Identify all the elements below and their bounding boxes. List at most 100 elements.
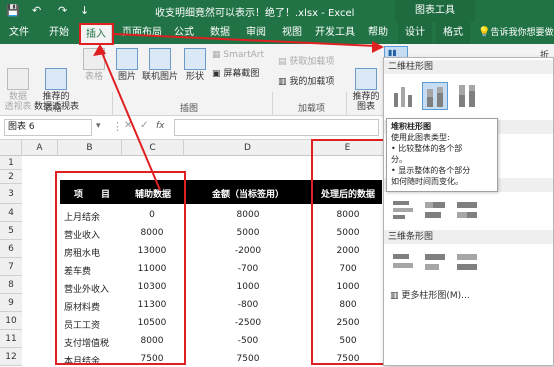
redo-icon[interactable]: ↷ <box>58 3 67 19</box>
3d-100-stacked-bar-option[interactable] <box>454 248 480 276</box>
item-cell[interactable]: 支付增值税 <box>64 336 120 349</box>
tab-data[interactable]: 数据 <box>206 22 234 44</box>
item-cell[interactable]: 差车费 <box>64 264 120 277</box>
amount-cell[interactable]: -700 <box>186 264 310 274</box>
item-cell[interactable]: 本月结余 <box>64 354 120 367</box>
row-header[interactable]: 1 <box>0 156 22 170</box>
amount-cell[interactable]: 7500 <box>186 354 310 364</box>
processed-cell[interactable]: 7500 <box>314 354 382 364</box>
column-header[interactable]: D <box>184 140 312 156</box>
column-header[interactable]: E <box>312 140 384 156</box>
tab-review[interactable]: 审阅 <box>242 22 270 44</box>
tab-format[interactable]: 格式 <box>436 22 470 44</box>
processed-cell[interactable]: 800 <box>314 300 382 310</box>
table-button[interactable]: 表格 <box>80 48 108 82</box>
amount-cell[interactable]: 8000 <box>186 210 310 220</box>
amount-cell[interactable]: -500 <box>186 336 310 346</box>
online-picture-button[interactable]: 联机图片 <box>140 48 180 82</box>
item-cell[interactable]: 上月结余 <box>64 210 120 223</box>
amount-cell[interactable]: -2000 <box>186 246 310 256</box>
smartart-button[interactable]: ▦ SmartArt <box>212 50 264 60</box>
3d-clustered-bar-option[interactable] <box>390 248 416 276</box>
helper-cell[interactable]: 11000 <box>124 264 180 274</box>
row-header[interactable]: 10 <box>0 312 22 330</box>
tab-page-layout[interactable]: 页面布局 <box>118 22 166 44</box>
tab-help[interactable]: 帮助 <box>364 22 392 44</box>
row-header[interactable]: 6 <box>0 240 22 258</box>
processed-cell[interactable]: 5000 <box>314 228 382 238</box>
tab-formulas[interactable]: 公式 <box>170 22 198 44</box>
dropdown-arrow-icon[interactable]: ▾ <box>96 121 101 131</box>
header-processed[interactable]: 处理后的数据 <box>314 187 382 200</box>
cancel-icon[interactable]: ✕ <box>124 120 132 131</box>
processed-cell[interactable]: 1000 <box>314 282 382 292</box>
picture-button[interactable]: 图片 <box>116 48 138 82</box>
helper-cell[interactable]: 8000 <box>124 228 180 238</box>
get-addins-button[interactable]: ▤ 获取加载项 <box>278 54 334 67</box>
processed-cell[interactable]: 2500 <box>314 318 382 328</box>
tab-view[interactable]: 视图 <box>278 22 306 44</box>
row-header[interactable]: 5 <box>0 222 22 240</box>
row-header[interactable]: 8 <box>0 276 22 294</box>
formula-input[interactable] <box>174 119 379 136</box>
tell-me-search[interactable]: 💡告诉我你想要做什么 <box>478 22 554 44</box>
name-box[interactable]: 图表 6 <box>4 119 92 136</box>
amount-cell[interactable]: -800 <box>186 300 310 310</box>
row-header[interactable]: 7 <box>0 258 22 276</box>
tab-design[interactable]: 设计 <box>398 22 432 44</box>
100-stacked-column-option[interactable] <box>454 82 480 110</box>
helper-cell[interactable]: 10300 <box>124 282 180 292</box>
helper-cell[interactable]: 11300 <box>124 300 180 310</box>
row-header[interactable]: 4 <box>0 204 22 222</box>
screenshot-button[interactable]: ▣ 屏幕截图 <box>212 66 259 79</box>
stacked-column-option[interactable] <box>422 82 448 110</box>
customize-qat-icon[interactable]: ↓ <box>80 3 89 19</box>
tab-insert[interactable]: 插入 <box>80 24 112 44</box>
item-cell[interactable]: 营业收入 <box>64 228 120 241</box>
shapes-button[interactable]: 形状 <box>182 48 208 82</box>
amount-cell[interactable]: -2500 <box>186 318 310 328</box>
tab-home[interactable]: 开始 <box>42 22 76 44</box>
item-cell[interactable]: 房租水电 <box>64 246 120 259</box>
enter-icon[interactable]: ✓ <box>140 120 148 131</box>
helper-cell[interactable]: 8000 <box>124 336 180 346</box>
row-header[interactable]: 12 <box>0 348 22 366</box>
amount-cell[interactable]: 5000 <box>186 228 310 238</box>
helper-cell[interactable]: 13000 <box>124 246 180 256</box>
tab-developer[interactable]: 开发工具 <box>312 22 358 44</box>
select-all-corner[interactable] <box>0 140 22 156</box>
save-icon[interactable]: 💾 <box>6 3 20 19</box>
pivottable-button[interactable]: 数据 透视表 <box>4 48 32 122</box>
column-header[interactable]: C <box>122 140 184 156</box>
row-header[interactable]: 3 <box>0 184 22 204</box>
item-cell[interactable]: 员工工资 <box>64 318 120 331</box>
my-addins-button[interactable]: ▥ 我的加载项 <box>278 74 334 87</box>
item-cell[interactable]: 原材料费 <box>64 300 120 313</box>
processed-cell[interactable]: 8000 <box>314 210 382 220</box>
row-header[interactable]: 2 <box>0 170 22 184</box>
row-header[interactable]: 11 <box>0 330 22 348</box>
header-item[interactable]: 项 目 <box>64 187 120 200</box>
clustered-column-option[interactable] <box>390 82 416 110</box>
helper-cell[interactable]: 0 <box>124 210 180 220</box>
helper-cell[interactable]: 10500 <box>124 318 180 328</box>
recommended-charts-button[interactable]: 推荐的 图表 <box>352 48 380 122</box>
3d-stacked-bar-option[interactable] <box>422 248 448 276</box>
100-stacked-bar-option[interactable] <box>454 196 480 224</box>
processed-cell[interactable]: 2000 <box>314 246 382 256</box>
processed-cell[interactable]: 700 <box>314 264 382 274</box>
processed-cell[interactable]: 500 <box>314 336 382 346</box>
clustered-bar-option[interactable] <box>390 196 416 224</box>
function-icon[interactable]: fx <box>156 121 165 131</box>
amount-cell[interactable]: 1000 <box>186 282 310 292</box>
row-header[interactable]: 9 <box>0 294 22 312</box>
column-header[interactable]: B <box>58 140 122 156</box>
stacked-bar-option[interactable] <box>422 196 448 224</box>
helper-cell[interactable]: 7500 <box>124 354 180 364</box>
more-column-charts-link[interactable]: ▥ 更多柱形图(M)... <box>390 288 470 301</box>
column-header[interactable]: A <box>22 140 58 156</box>
item-cell[interactable]: 营业外收入 <box>64 282 120 295</box>
tab-file[interactable]: 文件 <box>4 22 34 44</box>
header-amount[interactable]: 金额（当标签用） <box>186 187 310 200</box>
header-helper[interactable]: 辅助数据 <box>124 187 182 200</box>
